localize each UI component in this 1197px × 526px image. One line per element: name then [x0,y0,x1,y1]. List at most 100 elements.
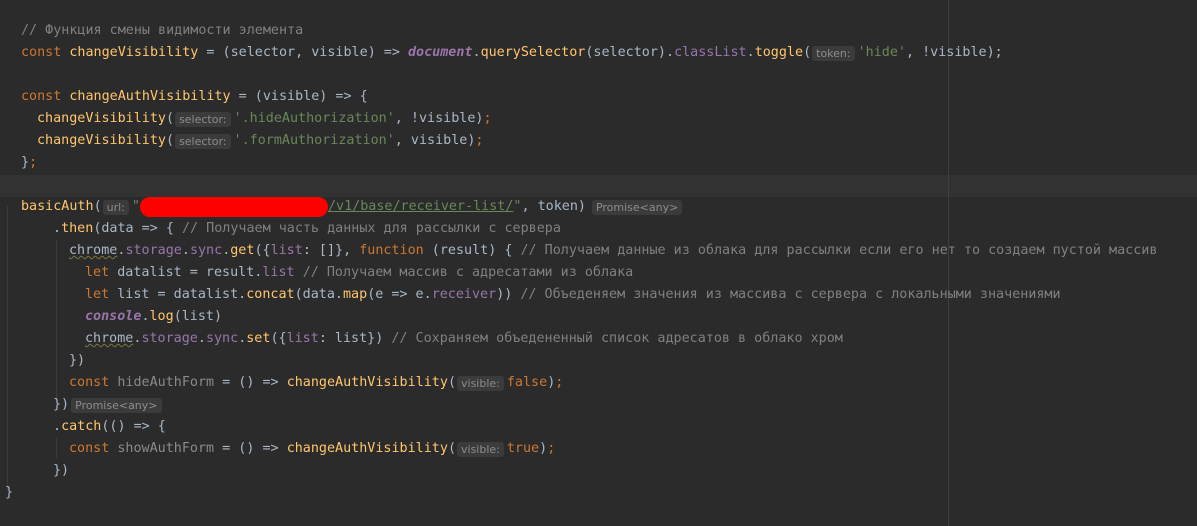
code-token: . [53,419,62,434]
property: storage [125,243,182,258]
code-line-6[interactable]: changeVisibility ( selector: '.formAutho… [37,130,483,152]
code-token: = () => [214,375,287,390]
code-token: ( [447,441,456,456]
comment: // Получаем часть данных для рассылки с … [182,221,561,236]
string-literal: 'hide' [857,45,906,60]
method-name: set [246,331,271,346]
code-line-1[interactable]: // Функция смены видимости элемента [21,20,303,42]
code-line-22[interactable]: } [5,482,13,504]
code-token: : []}, [302,243,360,258]
comment: // Сохраняем объедененный список адресат… [391,331,843,346]
code-token: }) [53,463,70,478]
string-quote: " [131,199,140,214]
function-call: basicAuth [21,199,94,214]
semicolon: ; [475,133,484,148]
chrome-global: chrome [69,243,118,258]
string-literal: '.formAuthorization' [233,133,395,148]
code-line-12[interactable]: let datalist = result. list // Получаем … [85,262,633,284]
right-margin-guide [948,0,949,526]
code-token: (data. [294,287,343,302]
comment: // Получаем массив с адресатами из облак… [302,265,634,280]
keyword-function: function [359,243,424,258]
code-token: . [133,331,142,346]
function-name: changeAuthVisibility [69,89,231,104]
code-token: datalist = result. [109,265,263,280]
code-token: . [222,243,231,258]
indent-guide [7,206,8,490]
code-line-18[interactable]: }) Promise<any> [53,394,165,416]
code-token: ) => [367,45,408,60]
code-line-10[interactable]: . then (data => { // Получаем часть данн… [53,218,561,240]
property: sync [205,331,239,346]
code-token: ( [447,375,456,390]
parameter-hint: selector: [175,133,231,149]
code-line-9[interactable]: basicAuth ( url: " /v1/base/receiver-lis… [21,196,685,218]
parameter-hint: visible: [457,441,504,457]
code-line-7[interactable]: } ; [21,152,37,174]
code-token: = () => [214,441,287,456]
code-token: (data => { [93,221,182,236]
code-editor[interactable]: // Функция смены видимости элемента cons… [0,0,1197,526]
function-call: changeVisibility [37,111,166,126]
url-path: /v1/base/receiver-list/ [327,199,514,214]
code-line-13[interactable]: let list = datalist. concat (data. map (… [85,284,1061,306]
property: storage [141,331,198,346]
unused-variable: showAuthForm [109,441,215,456]
keyword-const: const [69,441,110,456]
code-line-4[interactable]: const changeAuthVisibility = (visible) =… [21,86,368,108]
code-line-20[interactable]: const showAuthForm = () => changeAuthVis… [69,438,555,460]
code-token: ) [539,441,548,456]
code-line-14[interactable]: console . log (list) [85,306,222,328]
code-token: ( [166,133,175,148]
method-name: concat [246,287,295,302]
code-token: . [238,331,247,346]
code-token: (e => e. [367,287,432,302]
keyword-let: let [85,287,110,302]
keyword-const: const [69,375,110,390]
method-name: toggle [754,45,804,60]
global-console: console [85,309,142,324]
code-line-17[interactable]: const hideAuthForm = () => changeAuthVis… [69,372,563,394]
chrome-global: chrome [85,331,134,346]
code-token: ( [803,45,812,60]
code-line-21[interactable]: }) [53,460,69,482]
code-token: . [746,45,755,60]
property: list [262,265,295,280]
method-name: then [61,221,94,236]
parameter-hint: token: [812,45,855,61]
param: visible [311,45,368,60]
function-call: changeAuthVisibility [286,441,448,456]
comment: // Получаем данные из облака для рассылк… [520,243,1158,258]
code-token: , !vi [905,45,947,60]
code-token: : list}) [318,331,392,346]
code-token: )) [496,287,521,302]
keyword-const: const [21,45,62,60]
code-token: ({ [270,331,287,346]
string-literal: '.hideAuthorization' [233,111,395,126]
code-token: . [117,243,126,258]
code-token: . [181,243,190,258]
string-quote: " [513,199,522,214]
global-document: document [408,45,473,60]
comment: // Функция смены видимости элемента [21,23,304,38]
function-call: changeVisibility [37,133,166,148]
code-token: , visible) [394,133,476,148]
code-line-5[interactable]: changeVisibility ( selector: '.hideAutho… [37,108,492,130]
code-token: } [5,485,14,500]
method-name: get [230,243,255,258]
boolean-literal: false [506,375,548,390]
boolean-literal: true [506,441,540,456]
code-token: . [53,221,62,236]
code-token: , token) [521,199,586,214]
code-line-11[interactable]: chrome . storage . sync . get ({ list : … [69,240,1157,262]
code-line-19[interactable]: . catch (() => { [53,416,166,438]
code-line-15[interactable]: chrome . storage . sync . set ({ list : … [85,328,843,350]
parameter-hint: visible: [457,375,504,391]
code-token: (list) [173,309,223,324]
indent-guide [56,240,57,402]
code-line-16[interactable]: }) [69,350,85,372]
code-line-2[interactable]: const changeVisibility = ( selector , vi… [21,42,1003,64]
semicolon: ; [483,111,492,126]
code-token: (() => { [101,419,166,434]
semicolon: ; [547,441,556,456]
